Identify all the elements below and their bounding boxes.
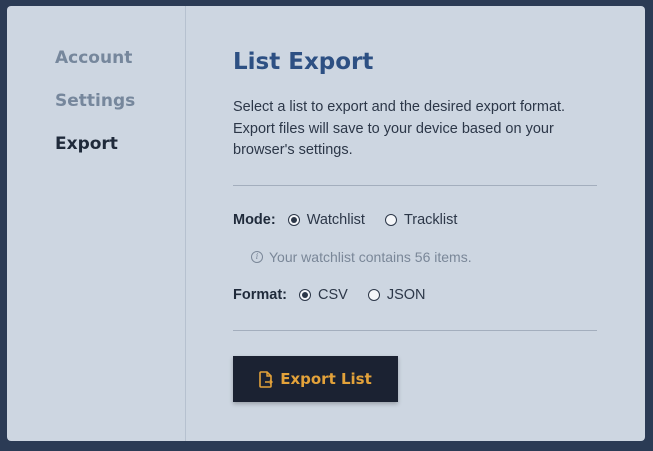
info-note: i Your watchlist contains 56 items. <box>251 249 472 265</box>
page-description: Select a list to export and the desired … <box>233 99 566 158</box>
sidebar-item-export[interactable]: Export <box>55 134 118 154</box>
radio-unchecked-icon[interactable] <box>367 289 380 301</box>
mode-option-tracklist[interactable]: Tracklist <box>384 212 458 228</box>
sidebar-item-account[interactable]: Account <box>55 48 132 68</box>
format-option-json[interactable]: JSON <box>367 287 426 303</box>
format-row: Format: CSV JSON <box>233 287 445 303</box>
mode-row: Mode: Watchlist Tracklist <box>233 212 477 228</box>
divider <box>233 185 597 186</box>
sidebar: Account Settings Export <box>7 6 186 441</box>
mode-option-label: Tracklist <box>403 212 458 228</box>
format-option-label: JSON <box>386 287 426 303</box>
mode-label: Mode: <box>233 212 276 228</box>
radio-checked-icon[interactable] <box>287 214 300 226</box>
export-list-label: Export List <box>280 370 372 388</box>
radio-unchecked-icon[interactable] <box>384 214 397 226</box>
divider <box>233 330 597 331</box>
format-option-label: CSV <box>317 287 348 303</box>
radio-checked-icon[interactable] <box>298 289 311 301</box>
page-title: List Export <box>233 49 374 75</box>
format-option-csv[interactable]: CSV <box>298 287 348 303</box>
main-content: List Export Select a list to export and … <box>233 6 597 441</box>
sidebar-item-settings[interactable]: Settings <box>55 91 135 111</box>
mode-option-watchlist[interactable]: Watchlist <box>287 212 365 228</box>
mode-option-label: Watchlist <box>306 212 365 228</box>
info-icon: i <box>251 251 263 263</box>
settings-panel: Account Settings Export List Export Sele… <box>7 6 645 441</box>
info-text: Your watchlist contains 56 items. <box>269 249 472 265</box>
export-list-button[interactable]: Export List <box>233 356 398 402</box>
format-label: Format: <box>233 287 287 303</box>
file-export-icon <box>259 370 274 388</box>
